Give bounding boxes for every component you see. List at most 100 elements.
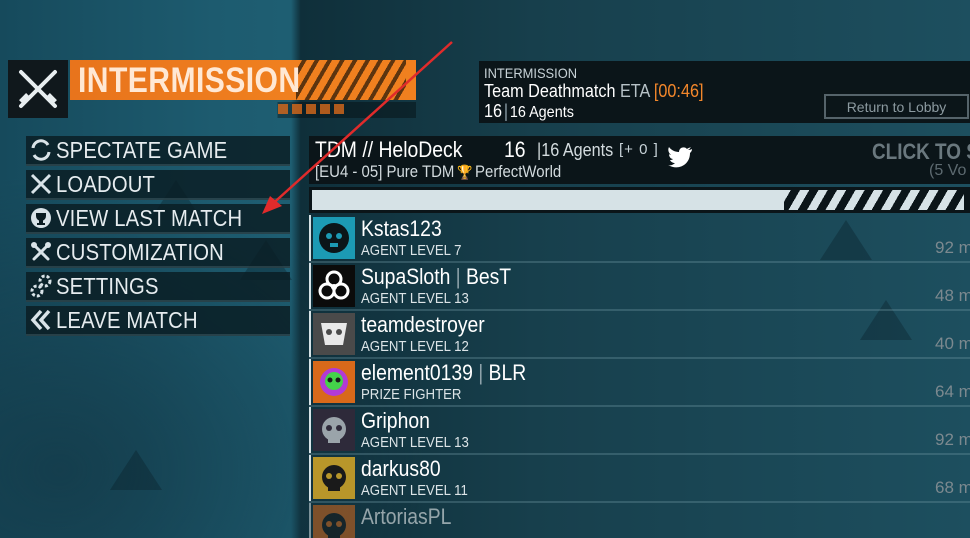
player-level: AGENT LEVEL 13 — [361, 434, 469, 451]
server-agents: |16 Agents — [537, 140, 614, 160]
player-name-line: ArtoriasPL — [361, 504, 451, 530]
server-host: PerfectWorld — [475, 162, 562, 181]
avatar — [313, 409, 355, 451]
title-dots — [278, 104, 348, 114]
player-count-line: 16| 16 Agents — [484, 101, 574, 121]
green-skull-icon — [320, 368, 348, 396]
player-name-line: Kstas123 — [361, 216, 442, 242]
intermission-progress-bar — [309, 187, 970, 213]
crossed-weapons-icon — [26, 169, 56, 199]
player-list: Kstas123 AGENT LEVEL 7 92 m SupaSloth | Be… — [309, 215, 970, 538]
player-level: AGENT LEVEL 12 — [361, 338, 469, 355]
match-status: INTERMISSION — [484, 65, 578, 81]
menu-item-label: SETTINGS — [56, 272, 159, 299]
player-name: teamdestroyer — [361, 312, 485, 337]
player-clan: BLR — [488, 360, 527, 385]
server-agents-label: 16 Agents — [541, 140, 614, 160]
server-info-panel: TDM // HeloDeck 16 |16 Agents [+ 0 ] [EU… — [309, 136, 970, 184]
spectate-game-button[interactable]: SPECTATE GAME — [26, 136, 290, 166]
trophy-icon — [26, 203, 56, 233]
title-stripes — [296, 60, 406, 100]
server-player-count: 16 — [504, 137, 526, 162]
leave-match-button[interactable]: LEAVE MATCH — [26, 306, 290, 336]
player-name: ArtoriasPL — [361, 504, 452, 529]
loadout-button[interactable]: LOADOUT — [26, 170, 290, 200]
menu-item-label: VIEW LAST MATCH — [56, 204, 243, 231]
player-ping: 92 m — [935, 430, 970, 449]
customization-button[interactable]: CUSTOMIZATION — [26, 238, 290, 268]
intermission-menu: SPECTATE GAME LOADOUT VIEW LAST MATCH CU… — [26, 136, 290, 340]
player-name-line: SupaSloth | BesT — [361, 264, 512, 289]
player-row[interactable]: teamdestroyer AGENT LEVEL 12 40 m — [309, 311, 970, 359]
player-level: PRIZE FIGHTER — [361, 386, 462, 403]
player-ping: 64 m — [935, 382, 970, 401]
match-info-panel: INTERMISSION Team Deathmatch ETA [00:46]… — [479, 61, 970, 123]
player-name-line: darkus80 — [361, 456, 441, 482]
gears-icon — [26, 271, 56, 301]
eta-timer: [00:46] — [653, 81, 704, 101]
player-name-line: Griphon — [361, 408, 430, 434]
menu-item-label: SPECTATE GAME — [56, 136, 228, 163]
skull-wings-icon — [319, 223, 349, 253]
eta-label: ETA — [619, 81, 650, 101]
player-row[interactable]: SupaSloth | BesT AGENT LEVEL 13 48 m — [309, 263, 970, 311]
wrench-screwdriver-icon — [26, 237, 56, 267]
avatar — [313, 265, 355, 307]
player-level: AGENT LEVEL 11 — [361, 482, 468, 499]
player-clan: BesT — [465, 264, 512, 289]
title-bar: INTERMISSION — [70, 60, 416, 100]
biohazard-icon — [318, 270, 350, 300]
server-region: [EU4 - 05] Pure TDM — [315, 162, 455, 181]
agents-count: 16 Agents — [509, 104, 574, 121]
vote-count: (5 Vo — [929, 162, 967, 179]
player-ping: 48 m — [935, 286, 970, 305]
avatar — [313, 361, 355, 403]
player-name: Kstas123 — [361, 216, 442, 241]
menu-item-label: CUSTOMIZATION — [56, 238, 224, 265]
spectate-icon — [26, 135, 56, 165]
menu-item-label: LEAVE MATCH — [56, 306, 198, 333]
player-name: darkus80 — [361, 456, 441, 481]
progress-hatch — [784, 190, 964, 210]
skull-mask-icon — [321, 323, 347, 345]
view-last-match-button[interactable]: VIEW LAST MATCH — [26, 204, 290, 234]
player-ping: 68 m — [935, 478, 970, 497]
player-name-line: teamdestroyer — [361, 312, 485, 338]
player-name: SupaSloth — [361, 264, 451, 289]
progress-fill — [312, 190, 784, 210]
game-mode: Team Deathmatch — [484, 81, 616, 101]
avatar — [313, 457, 355, 499]
crossed-rifles-icon — [8, 60, 68, 118]
player-row[interactable]: darkus80 AGENT LEVEL 11 68 m — [309, 455, 970, 503]
player-level: AGENT LEVEL 7 — [361, 242, 462, 259]
player-name: Griphon — [361, 408, 430, 433]
player-count: 16 — [484, 101, 503, 121]
settings-button[interactable]: SETTINGS — [26, 272, 290, 302]
return-to-lobby-button[interactable]: Return to Lobby — [824, 94, 969, 119]
player-name: element0139 — [361, 360, 473, 385]
intermission-header: INTERMISSION — [8, 57, 418, 119]
player-ping: 40 m — [935, 334, 970, 353]
server-bonus: [+ 0 ] — [619, 141, 659, 158]
double-chevron-left-icon — [26, 305, 56, 335]
page-title: INTERMISSION — [78, 61, 301, 100]
player-row[interactable]: element0139 | BLR PRIZE FIGHTER 64 m — [309, 359, 970, 407]
twitter-icon[interactable] — [667, 146, 693, 170]
player-name-line: element0139 | BLR — [361, 360, 527, 385]
player-row[interactable]: ArtoriasPL — [309, 503, 970, 538]
background-shape — [110, 450, 162, 490]
avatar — [313, 313, 355, 355]
player-row[interactable]: Griphon AGENT LEVEL 13 92 m — [309, 407, 970, 455]
menu-item-label: LOADOUT — [56, 170, 156, 197]
player-ping: 92 m — [935, 238, 970, 257]
server-name: TDM // HeloDeck — [315, 137, 463, 162]
match-mode-line: Team Deathmatch ETA [00:46] — [484, 81, 703, 102]
skull-icon — [322, 513, 346, 538]
trophy-icon: 🏆 — [457, 164, 473, 180]
title-subbar — [70, 102, 416, 118]
skull-icon — [322, 465, 346, 491]
avatar — [313, 217, 355, 259]
skull-icon — [322, 417, 346, 443]
avatar — [313, 505, 355, 538]
player-row[interactable]: Kstas123 AGENT LEVEL 7 92 m — [309, 215, 970, 263]
